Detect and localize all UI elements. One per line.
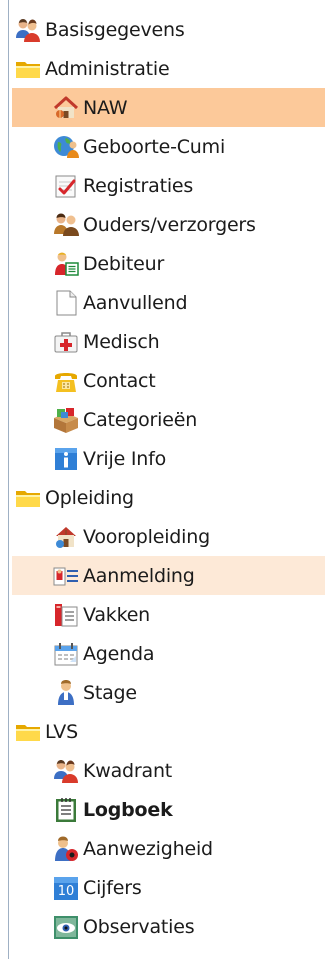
tree-item-logboek[interactable]: Logboek xyxy=(0,790,327,829)
tree-item-label: Cijfers xyxy=(83,876,142,899)
tree-item-aanmelding[interactable]: Aanmelding xyxy=(12,556,325,595)
tree-item-aanwezigheid[interactable]: Aanwezigheid xyxy=(0,829,327,868)
tree-item-agenda[interactable]: Agenda xyxy=(0,634,327,673)
tree-item-medisch[interactable]: Medisch xyxy=(0,322,327,361)
tree-item-debiteur[interactable]: Debiteur xyxy=(0,244,327,283)
tree-item-kwadrant[interactable]: Kwadrant xyxy=(0,751,327,790)
tree-item-basisgegevens[interactable]: Basisgegevens xyxy=(0,10,327,49)
house-icon xyxy=(52,94,80,122)
tree-item-stage[interactable]: Stage xyxy=(0,673,327,712)
svg-text:10: 10 xyxy=(58,884,75,899)
observation-icon xyxy=(52,913,80,941)
tree-item-label: Administratie xyxy=(45,57,170,80)
checklist-icon xyxy=(52,172,80,200)
telephone-icon xyxy=(52,367,80,395)
tree-item-label: Stage xyxy=(83,681,137,704)
folder-icon xyxy=(14,484,42,512)
parents-icon xyxy=(52,211,80,239)
tree-item-cijfers[interactable]: 10 Cijfers xyxy=(0,868,327,907)
tree-item-contact[interactable]: Contact xyxy=(0,361,327,400)
tree-item-vooropleiding[interactable]: Vooropleiding xyxy=(0,517,327,556)
folder-icon xyxy=(14,55,42,83)
boxes-icon xyxy=(52,406,80,434)
tree-item-label: Registraties xyxy=(83,174,194,197)
tree-item-opleiding[interactable]: Opleiding xyxy=(0,478,327,517)
debtor-icon xyxy=(52,250,80,278)
tree-item-label: Vakken xyxy=(83,603,151,626)
tree-item-vakken[interactable]: Vakken xyxy=(0,595,327,634)
navigation-tree: Basisgegevens Administratie NAW Geboorte… xyxy=(0,10,327,946)
tree-item-registraties[interactable]: Registraties xyxy=(0,166,327,205)
tree-item-label: Aanmelding xyxy=(83,564,195,587)
tree-item-lvs[interactable]: LVS xyxy=(0,712,327,751)
users-icon xyxy=(52,757,80,785)
school-house-icon xyxy=(52,523,80,551)
tree-item-label: Aanvullend xyxy=(83,291,188,314)
tree-item-label: Logboek xyxy=(83,798,173,821)
tree-item-label: Observaties xyxy=(83,915,195,938)
tree-item-categorieen[interactable]: Categorieën xyxy=(0,400,327,439)
tree-item-label: NAW xyxy=(83,96,128,119)
tree-item-label: Kwadrant xyxy=(83,759,173,782)
folder-icon xyxy=(14,718,42,746)
blank-page-icon xyxy=(52,289,80,317)
attendance-icon xyxy=(52,835,80,863)
first-aid-icon xyxy=(52,328,80,356)
info-icon xyxy=(52,445,80,473)
tree-item-label: Categorieën xyxy=(83,408,198,431)
tree-item-label: Geboorte-Cumi xyxy=(83,135,226,158)
tree-item-naw[interactable]: NAW xyxy=(12,88,325,127)
globe-person-icon xyxy=(52,133,80,161)
tree-item-label: Medisch xyxy=(83,330,160,353)
tree-item-label: Vooropleiding xyxy=(83,525,210,548)
tree-item-label: Opleiding xyxy=(45,486,134,509)
tree-item-vrije-info[interactable]: Vrije Info xyxy=(0,439,327,478)
calendar-icon xyxy=(52,640,80,668)
tree-item-geboorte-cumi[interactable]: Geboorte-Cumi xyxy=(0,127,327,166)
users-icon xyxy=(14,16,42,44)
tree-item-label: LVS xyxy=(45,720,78,743)
tree-item-ouders-verzorgers[interactable]: Ouders/verzorgers xyxy=(0,205,327,244)
tree-item-observaties[interactable]: Observaties xyxy=(0,907,327,946)
tree-item-label: Contact xyxy=(83,369,156,392)
tree-item-label: Vrije Info xyxy=(83,447,167,470)
tree-item-label: Ouders/verzorgers xyxy=(83,213,256,236)
books-icon xyxy=(52,601,80,629)
tree-item-administratie[interactable]: Administratie xyxy=(0,49,327,88)
tree-item-label: Debiteur xyxy=(83,252,165,275)
tree-item-aanvullend[interactable]: Aanvullend xyxy=(0,283,327,322)
tree-item-label: Agenda xyxy=(83,642,155,665)
grade-icon: 10 xyxy=(52,874,80,902)
registration-form-icon xyxy=(52,562,80,590)
notebook-icon xyxy=(52,796,80,824)
tree-item-label: Aanwezigheid xyxy=(83,837,213,860)
person-icon xyxy=(52,679,80,707)
tree-item-label: Basisgegevens xyxy=(45,18,185,41)
